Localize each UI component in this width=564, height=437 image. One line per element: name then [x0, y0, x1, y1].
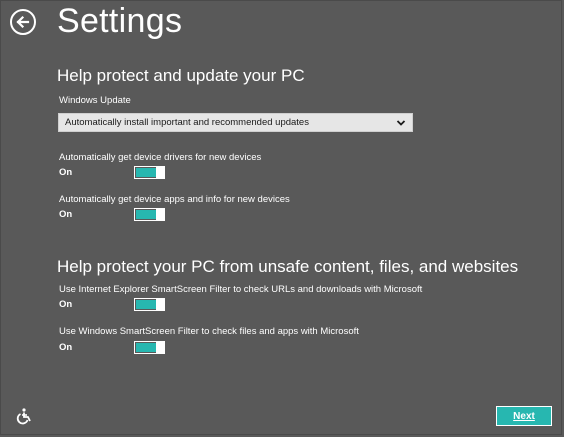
windows-smartscreen-label: Use Windows SmartScreen Filter to check …	[59, 326, 359, 337]
windows-update-label: Windows Update	[59, 95, 131, 106]
device-drivers-label: Automatically get device drivers for new…	[59, 152, 262, 163]
back-button[interactable]	[10, 9, 36, 35]
toggle-knob	[156, 208, 164, 221]
toggle-fill	[136, 168, 156, 177]
toggle-state-label: On	[59, 209, 73, 220]
toggle-state-label: On	[59, 342, 73, 353]
windows-update-selected: Automatically install important and reco…	[65, 117, 309, 128]
toggle-fill	[136, 343, 156, 352]
ease-of-access-icon[interactable]	[15, 407, 33, 425]
toggle-state-label: On	[59, 299, 73, 310]
ie-smartscreen-toggle[interactable]	[134, 298, 165, 311]
device-apps-label: Automatically get device apps and info f…	[59, 194, 290, 205]
next-button[interactable]: Next	[496, 406, 552, 426]
toggle-fill	[136, 210, 156, 219]
section-heading-protect: Help protect your PC from unsafe content…	[57, 257, 519, 276]
toggle-knob	[156, 341, 164, 354]
toggle-knob	[156, 166, 164, 179]
windows-update-dropdown[interactable]: Automatically install important and reco…	[58, 113, 413, 132]
chevron-down-icon	[396, 120, 406, 126]
section-heading-update: Help protect and update your PC	[57, 66, 305, 85]
toggle-fill	[136, 300, 156, 309]
toggle-state-label: On	[59, 167, 73, 178]
ie-smartscreen-label: Use Internet Explorer SmartScreen Filter…	[59, 284, 423, 295]
page-title: Settings	[57, 2, 183, 40]
windows-smartscreen-toggle[interactable]	[134, 341, 165, 354]
back-arrow-icon	[16, 15, 30, 29]
toggle-knob	[156, 298, 164, 311]
device-apps-toggle[interactable]	[134, 208, 165, 221]
device-drivers-toggle[interactable]	[134, 166, 165, 179]
